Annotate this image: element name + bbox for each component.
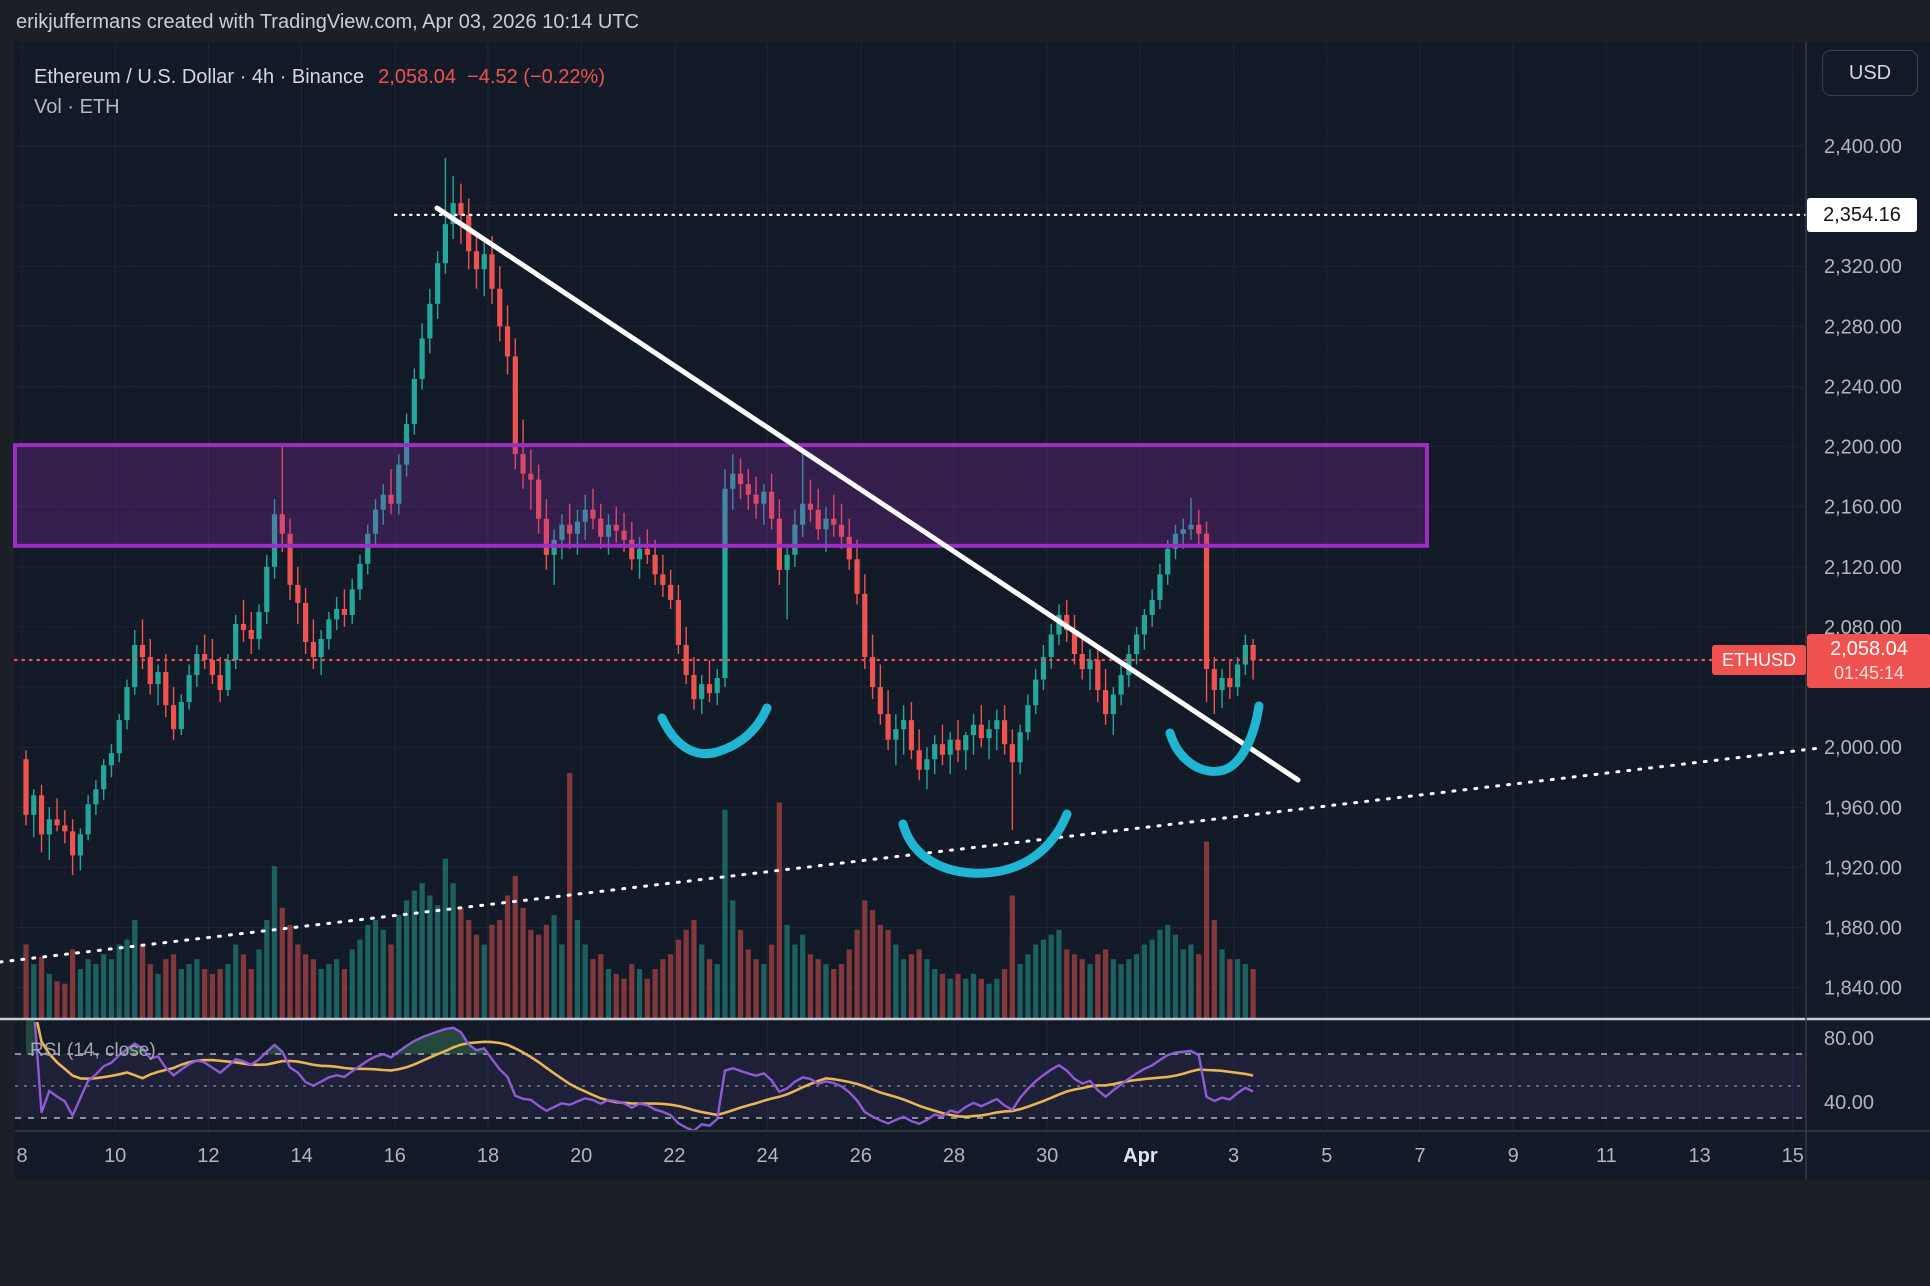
attribution-text: erikjuffermans created with TradingView.… bbox=[16, 11, 639, 34]
bar-countdown: 01:45:14 bbox=[1807, 662, 1930, 685]
rsi-indicator-label[interactable]: RSI (14, close) bbox=[30, 1040, 156, 1062]
legend-change: −4.52 (−0.22%) bbox=[467, 66, 605, 88]
marked-level-price-label: 2,354.16 bbox=[1807, 198, 1917, 232]
attribution-bar: erikjuffermans created with TradingView.… bbox=[0, 0, 1930, 42]
symbol-title: Ethereum / U.S. Dollar · 4h · Binance bbox=[34, 66, 364, 88]
currency-toggle-button[interactable]: USD bbox=[1822, 50, 1918, 96]
volume-indicator-label[interactable]: Vol · ETH bbox=[34, 96, 120, 119]
tradingview-chart-screenshot: erikjuffermans created with TradingView.… bbox=[0, 0, 1930, 1286]
chart-widget[interactable] bbox=[15, 42, 1930, 1180]
last-price-value: 2,058.04 bbox=[1807, 637, 1930, 662]
legend-last-price: 2,058.04 bbox=[378, 66, 456, 88]
symbol-legend[interactable]: Ethereum / U.S. Dollar · 4h · Binance 2,0… bbox=[34, 66, 605, 89]
symbol-price-tag: ETHUSD bbox=[1712, 645, 1806, 675]
footer-bar: TradingView bbox=[0, 1180, 1930, 1286]
last-price-label: 2,058.04 01:45:14 bbox=[1807, 634, 1930, 688]
